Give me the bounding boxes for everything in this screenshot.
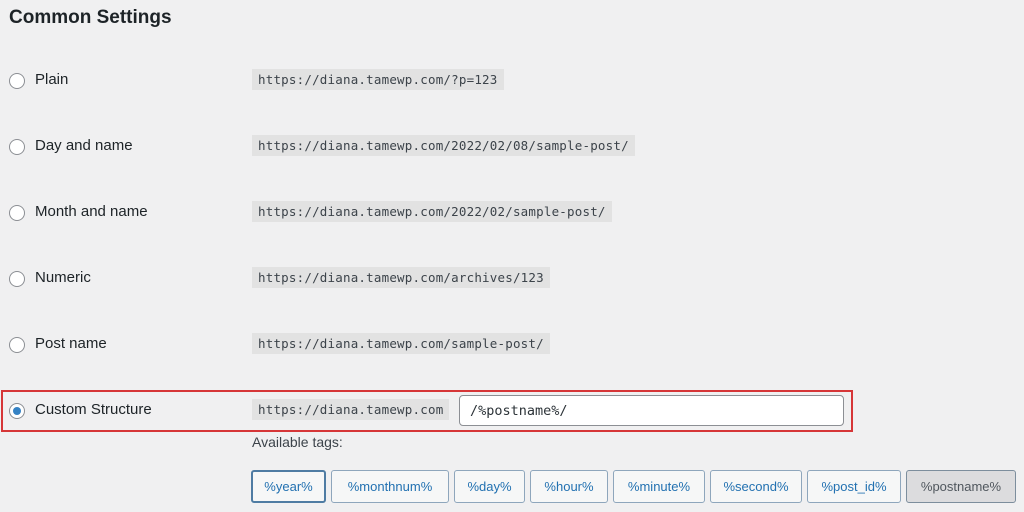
tag-monthnum-button[interactable]: %monthnum%: [331, 470, 449, 503]
radio-post-name[interactable]: [9, 337, 25, 353]
permalink-option-post-name[interactable]: Post name https://diana.tamewp.com/sampl…: [0, 324, 1024, 364]
section-title: Common Settings: [9, 7, 172, 28]
option-label: Plain: [35, 71, 69, 88]
base-url: https://diana.tamewp.com: [252, 399, 450, 420]
example-url: https://diana.tamewp.com/2022/02/sample-…: [252, 201, 612, 222]
radio-day-and-name[interactable]: [9, 139, 25, 155]
tag-postname-button[interactable]: %postname%: [906, 470, 1016, 503]
option-label: Day and name: [35, 137, 133, 154]
radio-plain[interactable]: [9, 73, 25, 89]
permalink-option-plain[interactable]: Plain https://diana.tamewp.com/?p=123: [0, 60, 1024, 100]
radio-custom-structure[interactable]: [9, 403, 25, 419]
example-url: https://diana.tamewp.com/archives/123: [252, 267, 550, 288]
tag-minute-button[interactable]: %minute%: [613, 470, 705, 503]
example-url: https://diana.tamewp.com/?p=123: [252, 69, 504, 90]
option-label: Custom Structure: [35, 401, 152, 418]
tag-second-button[interactable]: %second%: [710, 470, 802, 503]
permalink-option-numeric[interactable]: Numeric https://diana.tamewp.com/archive…: [0, 258, 1024, 298]
option-label: Post name: [35, 335, 107, 352]
option-label: Month and name: [35, 203, 148, 220]
tag-post-id-button[interactable]: %post_id%: [807, 470, 901, 503]
tag-hour-button[interactable]: %hour%: [530, 470, 608, 503]
available-tags-label: Available tags:: [252, 434, 343, 450]
example-url: https://diana.tamewp.com/2022/02/08/samp…: [252, 135, 635, 156]
radio-month-and-name[interactable]: [9, 205, 25, 221]
permalink-option-month-and-name[interactable]: Month and name https://diana.tamewp.com/…: [0, 192, 1024, 232]
available-tags: %year% %monthnum% %day% %hour% %minute% …: [251, 470, 1016, 503]
tag-day-button[interactable]: %day%: [454, 470, 525, 503]
custom-structure-input[interactable]: [459, 395, 844, 426]
option-label: Numeric: [35, 269, 91, 286]
example-url: https://diana.tamewp.com/sample-post/: [252, 333, 550, 354]
permalink-option-day-and-name[interactable]: Day and name https://diana.tamewp.com/20…: [0, 126, 1024, 166]
tag-year-button[interactable]: %year%: [251, 470, 326, 503]
radio-numeric[interactable]: [9, 271, 25, 287]
